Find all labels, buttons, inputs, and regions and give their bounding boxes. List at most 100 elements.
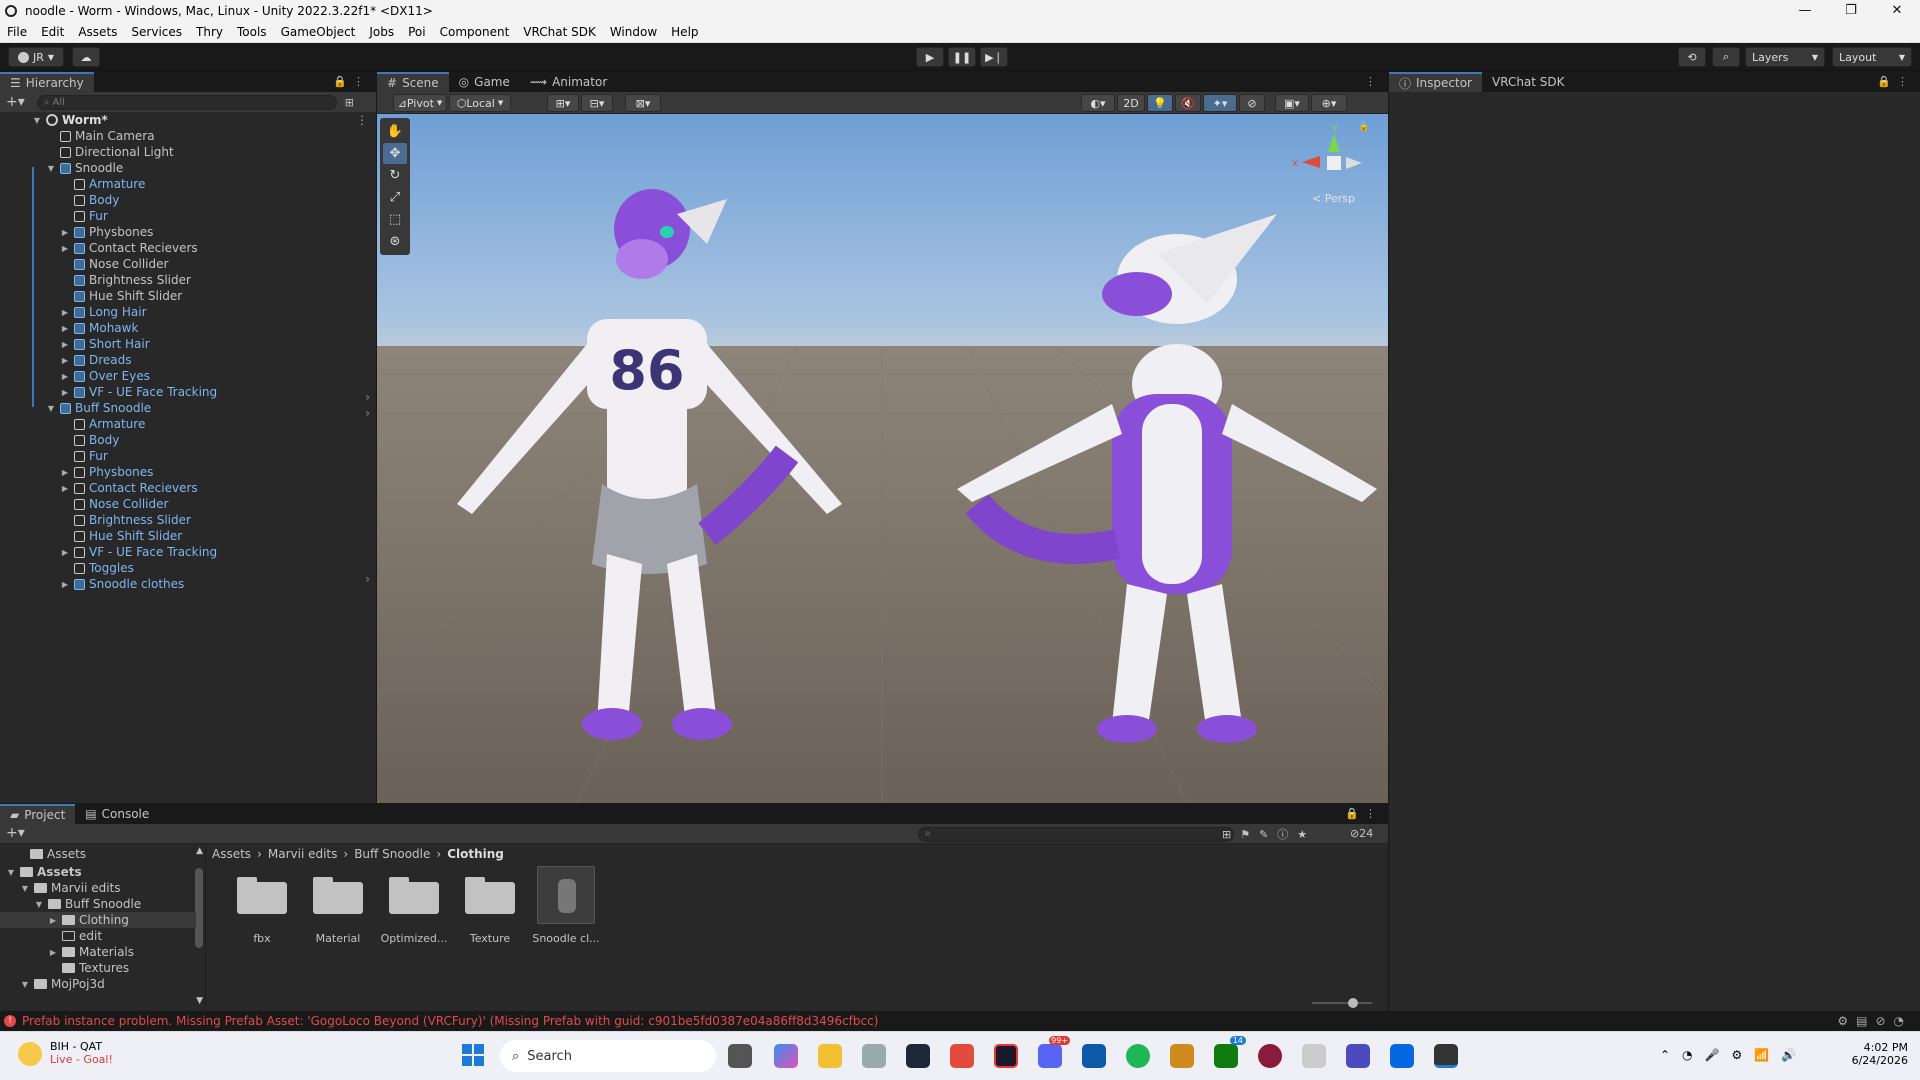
status-icons[interactable]: ⚙▤⊘◔ (1837, 1014, 1912, 1028)
chevron-down-icon[interactable]: ▼ (46, 404, 56, 413)
hierarchy-item[interactable]: Body (60, 432, 119, 448)
meta-icon[interactable] (1390, 1044, 1414, 1068)
chevron-right-icon[interactable]: ▶ (60, 388, 70, 397)
app-icon[interactable] (1082, 1044, 1106, 1068)
step-button[interactable]: ▶❘ (980, 47, 1008, 67)
hidden-objects-toggle[interactable]: ⊘ (1239, 94, 1265, 112)
project-tree-item[interactable]: ▼ Marvii edits (20, 880, 121, 896)
chevron-down-icon[interactable]: ▼ (20, 980, 30, 989)
app-icon[interactable] (1302, 1044, 1326, 1068)
hierarchy-item[interactable]: Brightness Slider (60, 272, 191, 288)
asset-item[interactable]: Optimized... (376, 866, 452, 956)
menu-item-services[interactable]: Services (124, 25, 189, 39)
tab-game[interactable]: ◎ Game (449, 72, 520, 92)
menu-item-tools[interactable]: Tools (230, 25, 274, 39)
chevron-right-icon[interactable]: ▶ (60, 356, 70, 365)
hierarchy-item[interactable]: Main Camera (46, 128, 155, 144)
hierarchy-item[interactable]: ▶ Contact Recievers (60, 240, 198, 256)
project-tree-scrollbar[interactable] (195, 868, 203, 948)
task-view-icon[interactable] (728, 1044, 752, 1068)
tab-inspector[interactable]: ⓘ Inspector (1389, 72, 1482, 92)
orientation-gizmo[interactable]: y x < Persp 🔒 (1288, 120, 1369, 210)
project-search-input[interactable]: ⌕ (918, 827, 1234, 842)
slider-thumb[interactable] (1348, 998, 1358, 1008)
menu-item-file[interactable]: File (0, 25, 34, 39)
hierarchy-item[interactable]: ▶ Long Hair (60, 304, 147, 320)
hierarchy-item[interactable]: Armature (60, 416, 145, 432)
chevron-down-icon[interactable]: ▼ (46, 164, 56, 173)
file-explorer-icon[interactable] (818, 1044, 842, 1068)
breadcrumb-item[interactable]: Assets (212, 847, 251, 861)
app-icon[interactable] (1258, 1044, 1282, 1068)
asset-item[interactable]: Material (300, 866, 376, 956)
local-dropdown[interactable]: ⬡ Local ▼ (449, 94, 511, 112)
project-tree-item[interactable]: ▼ Assets (6, 864, 82, 880)
increment-snap-button[interactable]: ⊠▾ (625, 94, 661, 112)
scene-filter-icon[interactable]: ⊞ (345, 96, 354, 109)
tab-vrchat-sdk[interactable]: VRChat SDK (1482, 72, 1575, 92)
close-button[interactable]: ✕ (1874, 0, 1920, 22)
hierarchy-item[interactable]: Nose Collider (60, 256, 168, 272)
rotate-tool-icon[interactable]: ↻ (383, 165, 407, 186)
favorites-assets[interactable]: Assets (30, 846, 86, 862)
layout-dropdown[interactable]: Layout ▼ (1832, 47, 1912, 67)
chevron-down-icon[interactable]: ▼ (32, 116, 42, 125)
chevron-down-icon[interactable]: ▼ (20, 884, 30, 893)
hierarchy-item[interactable]: ▶ Short Hair (60, 336, 150, 352)
chevron-right-icon[interactable]: › (365, 572, 370, 586)
menu-item-jobs[interactable]: Jobs (362, 25, 401, 39)
chevron-right-icon[interactable]: ▶ (60, 372, 70, 381)
terminal-icon[interactable] (994, 1044, 1018, 1068)
play-button[interactable]: ▶ (916, 47, 944, 67)
scroll-up-icon[interactable]: ▲ (196, 846, 203, 856)
system-tray-icons[interactable]: ⌃◔🎤⚙📶🔊 (1660, 1048, 1808, 1062)
project-tree-item[interactable]: ▶ Materials (48, 944, 134, 960)
move-tool-icon[interactable]: ✥ (383, 143, 407, 164)
unity-icon[interactable] (1434, 1044, 1458, 1068)
panel-menu-icon[interactable]: ⋮ (1365, 75, 1382, 88)
breadcrumb-item[interactable]: Clothing (447, 847, 504, 861)
menu-item-vrchat-sdk[interactable]: VRChat SDK (516, 25, 603, 39)
hierarchy-item[interactable]: ▶ Physbones (60, 224, 153, 240)
tab-animator[interactable]: ⟿ Animator (520, 72, 617, 92)
xbox-icon[interactable]: 14 (1214, 1036, 1246, 1068)
menu-item-assets[interactable]: Assets (71, 25, 124, 39)
hierarchy-item[interactable]: Nose Collider (60, 496, 168, 512)
hierarchy-item[interactable]: ▶ Snoodle clothes (60, 576, 184, 592)
discord-icon[interactable]: 99+ (1038, 1036, 1070, 1068)
add-icon[interactable]: +▾ (6, 94, 25, 110)
panel-lock-menu-icons[interactable]: 🔒⋮ (1345, 807, 1382, 820)
effects-dropdown[interactable]: ✦▾ (1203, 94, 1237, 112)
hierarchy-search-input[interactable]: ⌕ All (36, 94, 337, 110)
project-tree-item[interactable]: ▼ Buff Snoodle (34, 896, 141, 912)
hierarchy-item[interactable]: Fur (60, 208, 108, 224)
minimize-button[interactable]: — (1782, 0, 1828, 22)
app-icon[interactable] (1346, 1044, 1370, 1068)
lock-icon[interactable]: 🔒 (1358, 122, 1369, 132)
chevron-down-icon[interactable]: ▼ (34, 900, 44, 909)
app-icon[interactable] (862, 1044, 886, 1068)
scale-tool-icon[interactable]: ⤢ (383, 187, 407, 208)
weather-widget-icon[interactable] (18, 1042, 42, 1066)
hierarchy-item[interactable]: ▶ Over Eyes (60, 368, 150, 384)
grid-visibility-button[interactable]: ⊟▾ (581, 94, 613, 112)
chevron-right-icon[interactable]: ▶ (60, 324, 70, 333)
toggle-2d-button[interactable]: 2D (1117, 94, 1145, 112)
spotify-icon[interactable] (1126, 1044, 1150, 1068)
copilot-icon[interactable] (774, 1044, 798, 1068)
chevron-right-icon[interactable]: › (365, 390, 370, 404)
transform-tool-icon[interactable]: ⊛ (383, 231, 407, 252)
tab-hierarchy[interactable]: ☰ Hierarchy (0, 72, 94, 92)
gizmos-dropdown[interactable]: ⊕▾ (1311, 94, 1347, 112)
status-bar[interactable]: ! Prefab instance problem. Missing Prefa… (0, 1011, 1920, 1031)
pivot-dropdown[interactable]: ⊿ Pivot ▼ (393, 94, 447, 112)
menu-item-poi[interactable]: Poi (401, 25, 432, 39)
rect-tool-icon[interactable]: ⬚ (383, 209, 407, 230)
tab-scene[interactable]: # Scene (377, 72, 449, 92)
hidden-packages-count[interactable]: ⊘24 (1350, 827, 1373, 840)
menu-item-thry[interactable]: Thry (189, 25, 230, 39)
chevron-right-icon[interactable]: ▶ (60, 340, 70, 349)
hierarchy-item[interactable]: ▶ Contact Recievers (60, 480, 198, 496)
menu-item-help[interactable]: Help (664, 25, 705, 39)
scene-menu-icon[interactable]: ⋮ (356, 113, 368, 127)
